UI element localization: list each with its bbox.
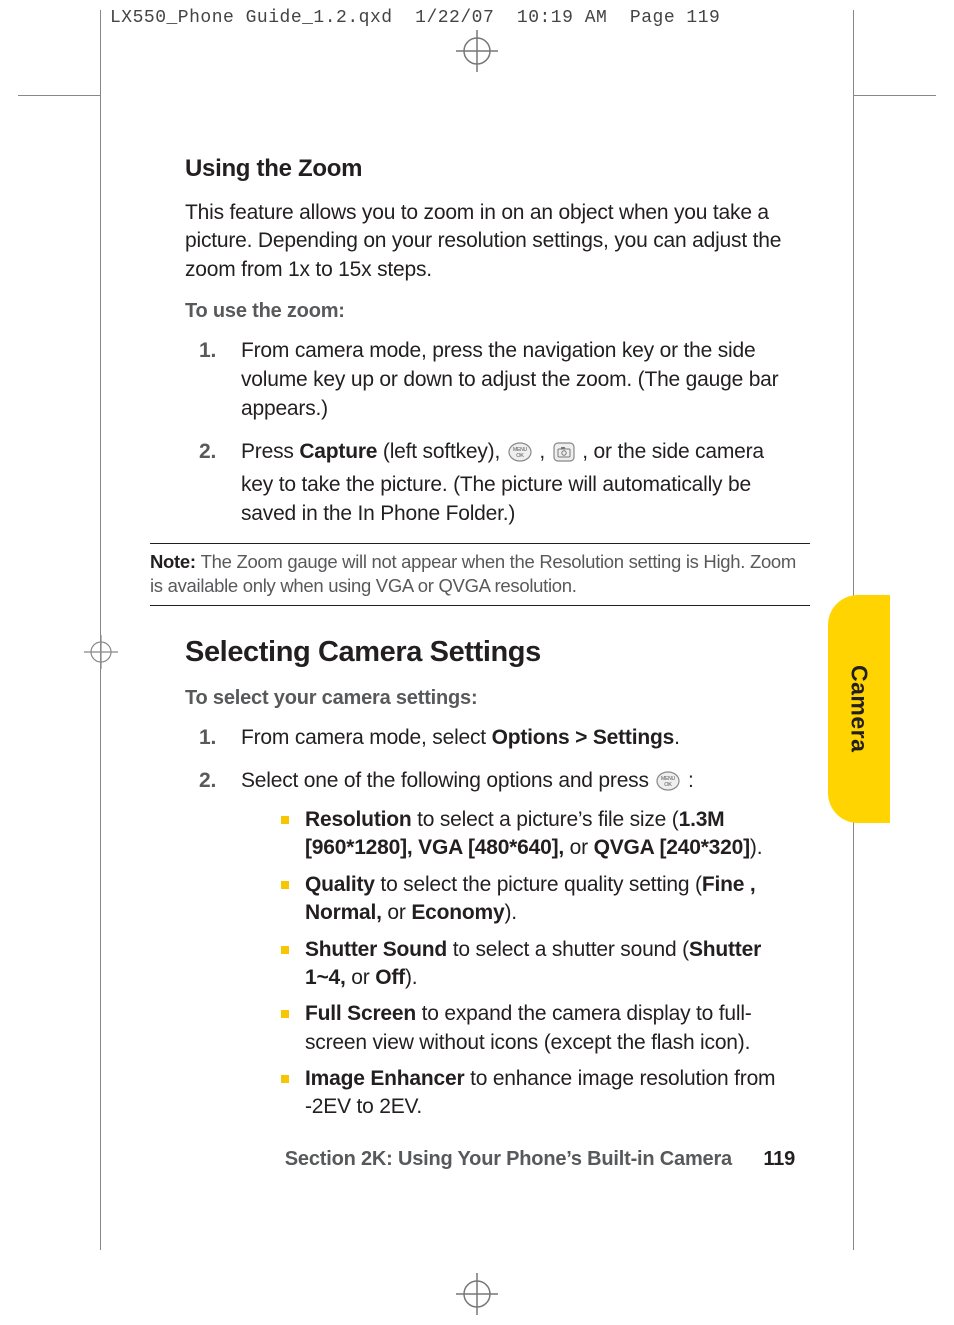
note-text: The Zoom gauge will not appear when the … — [150, 551, 796, 596]
settings-step-2-a: Select one of the following options and … — [241, 769, 654, 792]
option-resolution: Resolution to select a picture’s file si… — [281, 806, 795, 863]
zoom-step-1: 1. From camera mode, press the navigatio… — [199, 337, 795, 424]
resolution-label: Resolution — [305, 808, 412, 831]
page-footer: Section 2K: Using Your Phone’s Built-in … — [185, 1148, 795, 1171]
zoom-note: Note: The Zoom gauge will not appear whe… — [150, 543, 810, 606]
menu-ok-key-icon: MENUOK — [508, 442, 532, 471]
settings-heading: Selecting Camera Settings — [185, 636, 795, 669]
settings-step-2-b: : — [682, 769, 693, 792]
option-image-enhancer: Image Enhancer to enhance image resoluti… — [281, 1065, 795, 1122]
zoom-step-2: 2. Press Capture (left softkey), MENUOK … — [199, 438, 795, 529]
step-number: 2. — [199, 438, 216, 467]
capture-label: Capture — [299, 440, 377, 463]
option-quality: Quality to select the picture quality se… — [281, 871, 795, 928]
full-screen-label: Full Screen — [305, 1002, 416, 1025]
image-enhancer-label: Image Enhancer — [305, 1067, 464, 1090]
svg-text:OK: OK — [665, 782, 673, 788]
shutter-sound-label: Shutter Sound — [305, 938, 447, 961]
svg-text:OK: OK — [516, 453, 524, 459]
zoom-heading: Using the Zoom — [185, 155, 795, 183]
registration-mark-bottom-icon — [456, 1273, 498, 1315]
quality-label: Quality — [305, 873, 375, 896]
settings-step-1-a: From camera mode, select — [241, 726, 492, 749]
zoom-step-2-c: , — [534, 440, 551, 463]
option-shutter-sound: Shutter Sound to select a shutter sound … — [281, 936, 795, 993]
registration-mark-top-icon — [456, 30, 498, 72]
page-number: 119 — [763, 1148, 795, 1170]
page-content: Using the Zoom This feature allows you t… — [185, 155, 795, 1136]
camera-key-icon — [553, 442, 575, 471]
options-settings-label: Options > Settings — [492, 726, 675, 749]
zoom-steps: 1. From camera mode, press the navigatio… — [199, 337, 795, 529]
menu-ok-key-icon: MENUOK — [656, 771, 680, 800]
settings-options-list: Resolution to select a picture’s file si… — [281, 806, 795, 1121]
settings-step-1-b: . — [674, 726, 680, 749]
zoom-intro: This feature allows you to zoom in on an… — [185, 199, 795, 284]
settings-steps: 1. From camera mode, select Options > Se… — [199, 724, 795, 1121]
zoom-step-2-a: Press — [241, 440, 299, 463]
step-number: 2. — [199, 767, 216, 796]
zoom-step-1-text: From camera mode, press the navigation k… — [241, 339, 778, 420]
registration-mark-left-icon — [84, 635, 118, 674]
note-label: Note: — [150, 551, 201, 572]
settings-leadin: To select your camera settings: — [185, 687, 795, 710]
section-tab-label: Camera — [846, 665, 873, 752]
settings-step-2: 2. Select one of the following options a… — [199, 767, 795, 1121]
step-number: 1. — [199, 724, 216, 753]
section-tab: Camera — [828, 595, 890, 823]
footer-section: Section 2K: Using Your Phone’s Built-in … — [285, 1148, 732, 1170]
option-full-screen: Full Screen to expand the camera display… — [281, 1000, 795, 1057]
settings-step-1: 1. From camera mode, select Options > Se… — [199, 724, 795, 753]
step-number: 1. — [199, 337, 216, 366]
zoom-leadin: To use the zoom: — [185, 300, 795, 323]
zoom-step-2-b: (left softkey), — [377, 440, 505, 463]
